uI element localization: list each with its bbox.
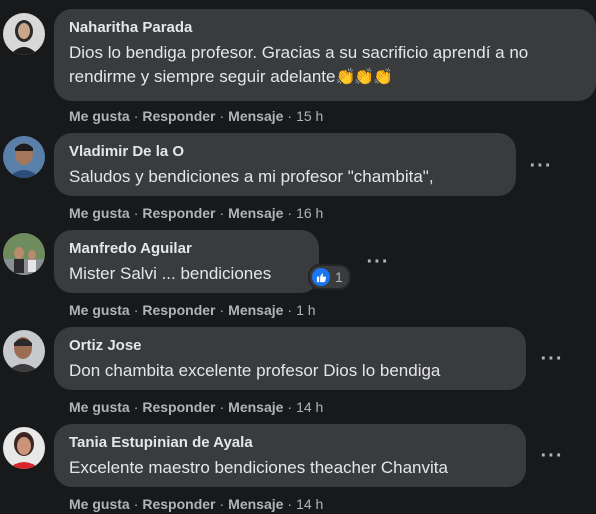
separator: · — [219, 496, 225, 512]
comment-timestamp[interactable]: 1 h — [296, 302, 315, 318]
reply-button[interactable]: Responder — [142, 302, 215, 318]
comment-actions: Me gusta · Responder · Mensaje · 14 h — [69, 398, 323, 416]
like-button[interactable]: Me gusta — [69, 399, 130, 415]
separator: · — [219, 108, 225, 124]
message-button[interactable]: Mensaje — [228, 205, 283, 221]
more-options-icon[interactable]: ··· — [538, 446, 566, 470]
message-button[interactable]: Mensaje — [228, 302, 283, 318]
separator: · — [133, 205, 139, 221]
separator: · — [133, 496, 139, 512]
comment-bubble: Naharitha Parada Dios lo bendiga profeso… — [54, 9, 596, 101]
comment-text: Excelente maestro bendiciones theacher C… — [69, 458, 448, 477]
comment-actions: Me gusta · Responder · Mensaje · 15 h — [69, 107, 323, 125]
separator: · — [133, 108, 139, 124]
message-button[interactable]: Mensaje — [228, 108, 283, 124]
like-button[interactable]: Me gusta — [69, 205, 130, 221]
avatar[interactable] — [3, 233, 45, 275]
reply-button[interactable]: Responder — [142, 108, 215, 124]
comments-section: Naharitha Parada Dios lo bendiga profeso… — [0, 0, 596, 514]
separator: · — [287, 302, 293, 318]
comment-author[interactable]: Manfredo Aguilar — [69, 239, 304, 258]
avatar[interactable] — [3, 136, 45, 178]
reply-button[interactable]: Responder — [142, 205, 215, 221]
separator: · — [287, 496, 293, 512]
comment-author[interactable]: Naharitha Parada — [69, 18, 581, 37]
separator: · — [287, 399, 293, 415]
like-button[interactable]: Me gusta — [69, 302, 130, 318]
avatar[interactable] — [3, 13, 45, 55]
comment-bubble: Manfredo Aguilar Mister Salvi ... bendic… — [54, 230, 319, 293]
separator: · — [287, 205, 293, 221]
comment-text: Mister Salvi ... bendiciones — [69, 264, 272, 283]
reaction-count-label: 1 — [335, 269, 343, 285]
comment-bubble: Vladimir De la O Saludos y bendiciones a… — [54, 133, 516, 196]
comment-actions: Me gusta · Responder · Mensaje · 16 h — [69, 204, 323, 222]
clapping-hands-emoji: 👏👏👏 — [335, 69, 393, 86]
reply-button[interactable]: Responder — [142, 399, 215, 415]
separator: · — [219, 302, 225, 318]
comment-actions: Me gusta · Responder · Mensaje · 1 h — [69, 301, 316, 319]
separator: · — [219, 205, 225, 221]
comment-timestamp[interactable]: 14 h — [296, 496, 323, 512]
reply-button[interactable]: Responder — [142, 496, 215, 512]
comment-text: Saludos y bendiciones a mi profesor "cha… — [69, 167, 434, 186]
more-options-icon[interactable]: ··· — [364, 252, 392, 276]
comment-timestamp[interactable]: 14 h — [296, 399, 323, 415]
comment-author[interactable]: Tania Estupinian de Ayala — [69, 433, 511, 452]
separator: · — [133, 302, 139, 318]
separator: · — [287, 108, 293, 124]
comment-author[interactable]: Ortiz Jose — [69, 336, 511, 355]
like-button[interactable]: Me gusta — [69, 108, 130, 124]
comment-timestamp[interactable]: 15 h — [296, 108, 323, 124]
avatar[interactable] — [3, 427, 45, 469]
comment-text: Don chambita excelente profesor Dios lo … — [69, 361, 441, 380]
comment-text: Dios lo bendiga profesor. Gracias a su s… — [69, 43, 529, 86]
more-options-icon[interactable]: ··· — [538, 349, 566, 373]
reaction-count[interactable]: 1 — [308, 264, 351, 290]
separator: · — [133, 399, 139, 415]
more-options-icon[interactable]: ··· — [527, 156, 555, 180]
thumbs-up-icon — [312, 268, 330, 286]
message-button[interactable]: Mensaje — [228, 399, 283, 415]
comment-bubble: Tania Estupinian de Ayala Excelente maes… — [54, 424, 526, 487]
comment-bubble: Ortiz Jose Don chambita excelente profes… — [54, 327, 526, 390]
like-button[interactable]: Me gusta — [69, 496, 130, 512]
comment-author[interactable]: Vladimir De la O — [69, 142, 501, 161]
comment-actions: Me gusta · Responder · Mensaje · 14 h — [69, 495, 323, 513]
message-button[interactable]: Mensaje — [228, 496, 283, 512]
comment-timestamp[interactable]: 16 h — [296, 205, 323, 221]
avatar[interactable] — [3, 330, 45, 372]
separator: · — [219, 399, 225, 415]
